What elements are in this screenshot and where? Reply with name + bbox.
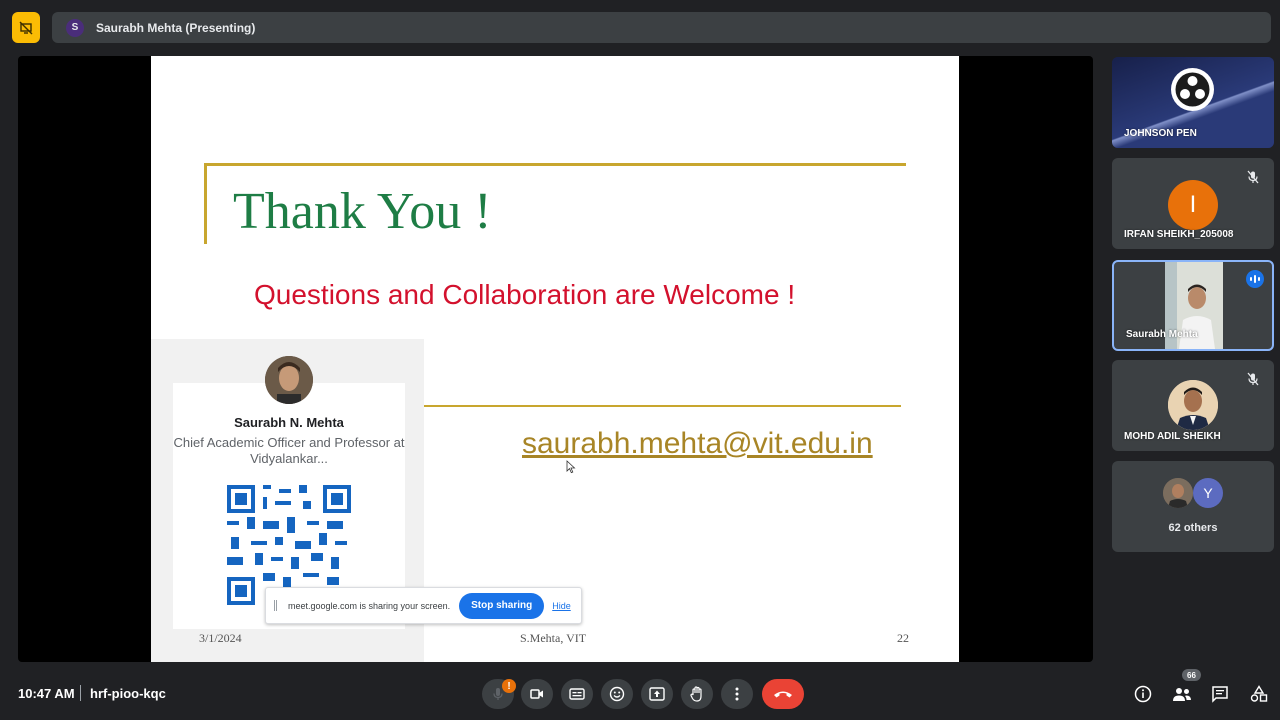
activities-icon bbox=[1250, 685, 1268, 702]
divider bbox=[80, 685, 81, 701]
camera-button[interactable] bbox=[521, 679, 553, 709]
participant-tile-johnson[interactable]: JOHNSON PEN bbox=[1112, 57, 1274, 148]
slide-footer-date: 3/1/2024 bbox=[199, 631, 242, 645]
participant-avatar bbox=[1163, 478, 1193, 508]
camera-icon bbox=[530, 689, 543, 699]
raise-hand-button[interactable] bbox=[681, 679, 713, 709]
clock: 10:47 AM bbox=[18, 686, 75, 701]
slide-page-number: 22 bbox=[897, 631, 909, 645]
slide-footer-author: S.Mehta, VIT bbox=[520, 631, 587, 645]
captions-icon bbox=[569, 688, 585, 700]
meet-window: S Saurabh Mehta (Presenting) Thank You !… bbox=[0, 0, 1280, 720]
mic-off-icon bbox=[1247, 170, 1259, 184]
participant-name: Saurabh Mehta bbox=[1126, 329, 1198, 340]
profile-name: Saurabh N. Mehta bbox=[234, 415, 344, 430]
drag-handle-icon[interactable] bbox=[274, 600, 277, 611]
presented-slide: Thank You ! Questions and Collaboration … bbox=[151, 56, 959, 662]
participant-count-badge: 66 bbox=[1182, 669, 1201, 681]
screen-share-notice: meet.google.com is sharing your screen. … bbox=[265, 587, 582, 624]
title-rule-left bbox=[204, 163, 207, 244]
captions-button[interactable] bbox=[561, 679, 593, 709]
profile-photo bbox=[265, 356, 313, 404]
top-bar: S Saurabh Mehta (Presenting) bbox=[0, 0, 1280, 56]
present-button[interactable] bbox=[641, 679, 673, 709]
profile-role: Chief Academic Officer and Professor at … bbox=[173, 435, 405, 466]
presenter-banner[interactable]: S Saurabh Mehta (Presenting) bbox=[52, 12, 1271, 43]
participant-tile-irfan[interactable]: I IRFAN SHEIKH_205008 bbox=[1112, 158, 1274, 249]
emoji-icon bbox=[609, 686, 625, 702]
people-button[interactable] bbox=[1170, 682, 1194, 706]
stop-sharing-button[interactable]: Stop sharing bbox=[459, 592, 545, 619]
hide-ui-button[interactable] bbox=[12, 12, 40, 43]
obs-logo-icon bbox=[1171, 68, 1214, 111]
slide-email-link: saurabh.mehta@vit.edu.in bbox=[522, 427, 873, 460]
hang-up-icon bbox=[774, 691, 792, 698]
people-icon bbox=[1173, 688, 1191, 701]
email-rule bbox=[423, 405, 901, 407]
mic-off-icon bbox=[1247, 372, 1259, 386]
info-icon bbox=[1134, 685, 1152, 703]
reactions-button[interactable] bbox=[601, 679, 633, 709]
speaking-indicator-icon bbox=[1246, 270, 1264, 288]
participant-tile-saurabh[interactable]: Saurabh Mehta bbox=[1112, 260, 1274, 351]
presentation-stage: Thank You ! Questions and Collaboration … bbox=[18, 56, 1093, 662]
participant-name: IRFAN SHEIKH_205008 bbox=[1124, 229, 1234, 240]
leave-call-button[interactable] bbox=[762, 679, 804, 709]
participant-tile-mohd-adil[interactable]: MOHD ADIL SHEIKH bbox=[1112, 360, 1274, 451]
share-message: meet.google.com is sharing your screen. bbox=[288, 600, 451, 611]
mouse-cursor-icon bbox=[566, 460, 576, 474]
others-tile[interactable]: Y 62 others bbox=[1112, 461, 1274, 552]
title-rule-top bbox=[204, 163, 906, 166]
more-options-button[interactable] bbox=[721, 679, 753, 709]
chat-icon bbox=[1212, 686, 1228, 703]
activities-button[interactable] bbox=[1247, 682, 1271, 706]
mic-warning-badge: ! bbox=[502, 679, 516, 693]
presenter-avatar: S bbox=[66, 18, 84, 37]
bottom-bar: 10:47 AM hrf-pioo-kqc ! 66 bbox=[0, 662, 1280, 720]
hide-notice-link[interactable]: Hide bbox=[552, 601, 571, 611]
slide-subtitle: Questions and Collaboration are Welcome … bbox=[254, 279, 796, 310]
chat-button[interactable] bbox=[1208, 682, 1232, 706]
others-count-label: 62 others bbox=[1168, 522, 1218, 534]
participant-name: JOHNSON PEN bbox=[1124, 128, 1197, 139]
participant-avatar: I bbox=[1168, 180, 1218, 230]
participant-avatar: Y bbox=[1193, 478, 1223, 508]
slide-title: Thank You ! bbox=[233, 183, 492, 240]
more-vert-icon bbox=[735, 687, 739, 701]
participant-name: MOHD ADIL SHEIKH bbox=[1124, 431, 1221, 442]
presenter-label: Saurabh Mehta (Presenting) bbox=[96, 20, 256, 35]
participant-avatar bbox=[1168, 380, 1218, 430]
presentation-off-icon bbox=[19, 21, 33, 34]
meeting-details-button[interactable] bbox=[1131, 682, 1155, 706]
meeting-code: hrf-pioo-kqc bbox=[90, 686, 166, 701]
present-screen-icon bbox=[649, 687, 665, 701]
hand-icon bbox=[690, 686, 702, 702]
